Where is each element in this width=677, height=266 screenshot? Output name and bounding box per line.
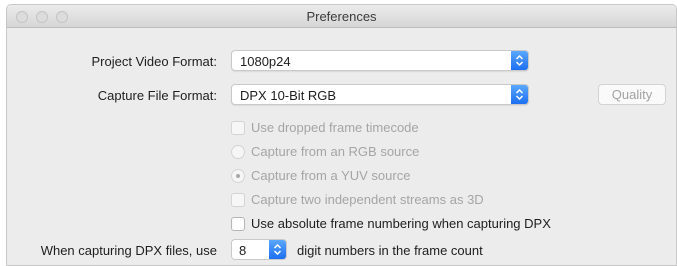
capture-yuv-radio[interactable]: Capture from a YUV source: [231, 167, 561, 185]
preferences-window: Preferences Project Video Format: 1080p2…: [6, 4, 677, 266]
radio-selected-icon: [231, 169, 245, 183]
absolute-frame-numbering-checkbox[interactable]: Use absolute frame numbering when captur…: [231, 215, 631, 233]
option-label: Capture two independent streams as 3D: [251, 192, 484, 207]
dpx-digits-value: 8: [239, 243, 247, 258]
checkbox-icon: [231, 217, 245, 231]
capture-3d-streams-checkbox[interactable]: Capture two independent streams as 3D: [231, 191, 561, 209]
project-video-format-label: Project Video Format:: [91, 54, 217, 69]
option-label: Use dropped frame timecode: [251, 120, 419, 135]
radio-icon: [231, 145, 245, 159]
option-label: Use absolute frame numbering when captur…: [251, 216, 551, 231]
select-stepper-icon: [511, 85, 528, 104]
window-title: Preferences: [306, 9, 377, 24]
capture-file-format-value: DPX 10-Bit RGB: [240, 88, 337, 103]
use-dropped-frame-timecode-checkbox[interactable]: Use dropped frame timecode: [231, 119, 561, 137]
option-label: Capture from an RGB source: [251, 144, 420, 159]
select-stepper-icon: [511, 51, 528, 70]
select-stepper-icon: [269, 240, 286, 259]
project-video-format-value: 1080p24: [240, 54, 291, 69]
title-bar: Preferences: [7, 5, 676, 28]
dpx-digits-suffix-label: digit numbers in the frame count: [297, 243, 483, 258]
capture-file-format-select[interactable]: DPX 10-Bit RGB: [231, 84, 529, 105]
capture-file-format-label: Capture File Format:: [97, 88, 217, 103]
project-video-format-select[interactable]: 1080p24: [231, 50, 529, 71]
quality-button[interactable]: Quality: [598, 84, 666, 105]
dpx-digits-select[interactable]: 8: [231, 239, 287, 260]
checkbox-icon: [231, 121, 245, 135]
checkbox-icon: [231, 193, 245, 207]
option-label: Capture from a YUV source: [251, 168, 411, 183]
dpx-digits-prefix-label: When capturing DPX files, use: [40, 243, 217, 258]
capture-rgb-radio[interactable]: Capture from an RGB source: [231, 143, 561, 161]
